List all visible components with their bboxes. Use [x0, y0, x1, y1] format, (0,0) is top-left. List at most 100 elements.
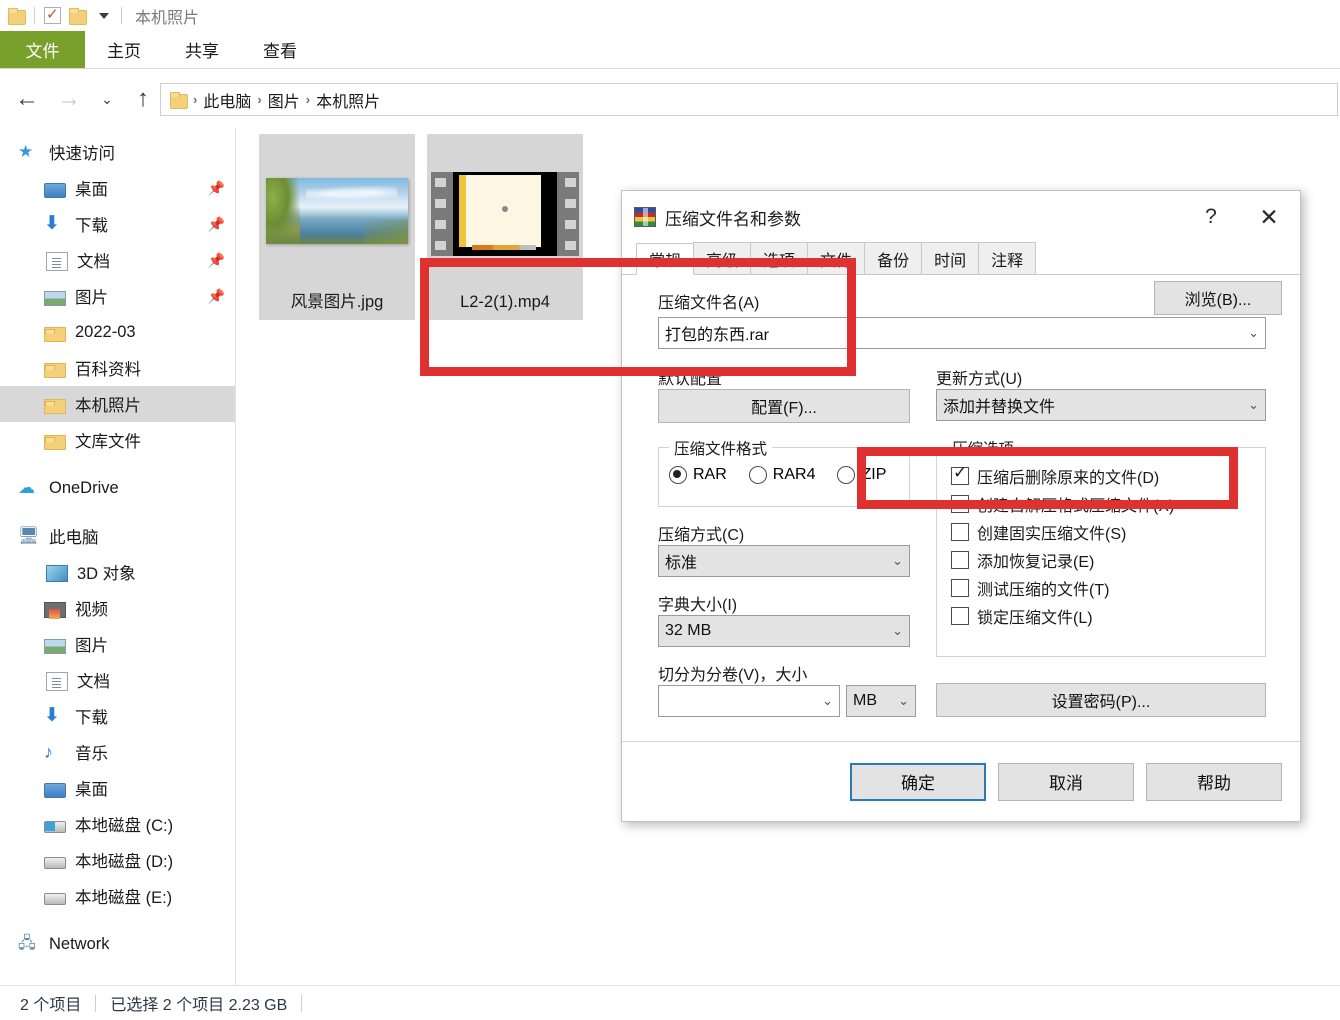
compression-option-row-2[interactable]: 创建固实压缩文件(S) [951, 520, 1265, 544]
chevron-down-icon[interactable]: ⌄ [1242, 325, 1259, 341]
new-folder-icon[interactable] [69, 8, 87, 25]
breadcrumb-current-folder[interactable]: 本机照片 [316, 88, 380, 112]
pin-icon[interactable]: 📌 [208, 252, 225, 269]
sidebar-item-21[interactable]: 🖧 Network [0, 926, 235, 962]
breadcrumb-pictures[interactable]: 图片 [268, 88, 300, 112]
pin-icon[interactable]: 📌 [208, 216, 225, 233]
sidebar-item-10[interactable]: 🖥 此电脑 [0, 518, 235, 554]
chevron-down-icon[interactable]: ⌄ [1242, 397, 1259, 413]
dialog-tab-2[interactable]: 选项 [750, 242, 809, 274]
checkbox-option-1[interactable] [951, 495, 969, 513]
checkbox-option-0[interactable] [951, 462, 969, 485]
sidebar-item-2[interactable]: ⬇ 下载 📌 [0, 206, 235, 242]
update-mode-select[interactable]: 添加并替换文件 ⌄ [936, 389, 1266, 421]
pin-icon[interactable]: 📌 [208, 180, 225, 197]
folder-icon [44, 434, 66, 450]
radio-rar4[interactable] [748, 466, 767, 484]
radio-zip[interactable] [837, 466, 856, 484]
sidebar-item-label: 桌面 [75, 181, 108, 199]
up-arrow-icon[interactable]: ↑ [126, 82, 160, 116]
recent-locations-caret-icon[interactable]: ⌄ [90, 82, 124, 116]
compression-option-row-3[interactable]: 添加恢复记录(E) [951, 548, 1265, 572]
sidebar-item-19[interactable]: 本地磁盘 (D:) [0, 842, 235, 878]
sidebar-item-1[interactable]: 桌面 📌 [0, 170, 235, 206]
chevron-down-icon[interactable]: ⌄ [816, 693, 833, 709]
split-unit-value: MB [853, 692, 877, 709]
checkbox-option-2[interactable] [951, 523, 969, 541]
sidebar-item-13[interactable]: 图片 [0, 626, 235, 662]
close-icon[interactable]: ✕ [1238, 204, 1300, 231]
dialog-tab-3[interactable]: 文件 [807, 242, 866, 274]
chevron-down-icon[interactable]: ⌄ [886, 623, 903, 639]
file-item-image[interactable]: 风景图片.jpg [259, 134, 415, 320]
tab-file[interactable]: 文件 [0, 31, 85, 68]
sidebar-item-17[interactable]: 桌面 [0, 770, 235, 806]
winrar-archive-dialog[interactable]: 压缩文件名和参数 ? ✕ 常规 高级 选项 文件 备份 时间 注释 压缩文件名(A) 浏览(… [621, 190, 1301, 822]
properties-checkbox-icon[interactable] [44, 5, 61, 24]
sidebar-item-5[interactable]: 2022-03 [0, 314, 235, 350]
sidebar-item-20[interactable]: 本地磁盘 (E:) [0, 878, 235, 914]
sidebar-item-9[interactable]: ☁ OneDrive [0, 470, 235, 506]
help-button[interactable]: 帮助 [1146, 762, 1282, 801]
pin-icon[interactable]: 📌 [208, 288, 225, 305]
sidebar-item-11[interactable]: 3D 对象 [0, 554, 235, 590]
cancel-button[interactable]: 取消 [998, 762, 1134, 801]
split-unit-select[interactable]: MB ⌄ [846, 685, 916, 717]
chevron-down-icon[interactable]: ⌄ [892, 693, 909, 709]
split-volumes-input[interactable]: ⌄ [658, 685, 840, 717]
archive-name-input[interactable]: 打包的东西.rar ⌄ [658, 317, 1266, 349]
folder-icon[interactable] [8, 8, 26, 25]
chevron-down-icon[interactable]: ⌄ [886, 553, 903, 569]
help-titlebar-button[interactable]: ? [1184, 205, 1238, 229]
sidebar-item-8[interactable]: 文库文件 [0, 422, 235, 458]
profiles-button[interactable]: 配置(F)... [658, 389, 910, 423]
compression-option-row-5[interactable]: 锁定压缩文件(L) [951, 604, 1265, 628]
tab-home[interactable]: 主页 [85, 31, 163, 68]
customize-caret-icon[interactable] [99, 12, 109, 19]
tab-share[interactable]: 共享 [163, 31, 241, 68]
tab-view[interactable]: 查看 [241, 31, 319, 68]
sidebar-item-16[interactable]: ♪ 音乐 [0, 734, 235, 770]
file-item-video[interactable]: L2-2(1).mp4 [427, 134, 583, 320]
radio-rar4-label: RAR4 [772, 466, 816, 483]
dialog-tab-4[interactable]: 备份 [864, 242, 923, 274]
sidebar-item-12[interactable]: 视频 [0, 590, 235, 626]
sidebar-item-18[interactable]: 本地磁盘 (C:) [0, 806, 235, 842]
navigation-pane[interactable]: ★ 快速访问 桌面 📌 ⬇ 下载 📌 文档 📌 图片 📌 2022-03 百科资料 本机照片 文库文件 ☁ On… [0, 128, 236, 985]
sidebar-item-6[interactable]: 百科资料 [0, 350, 235, 386]
title-divider [121, 7, 122, 24]
sidebar-item-3[interactable]: 文档 📌 [0, 242, 235, 278]
dialog-tab-0[interactable]: 常规 [636, 243, 695, 275]
dialog-tab-5[interactable]: 时间 [921, 242, 980, 274]
compression-method-select[interactable]: 标准 ⌄ [658, 545, 910, 577]
radio-rar[interactable] [669, 466, 687, 484]
dictionary-size-select[interactable]: 32 MB ⌄ [658, 615, 910, 647]
thumbnail-wrap [259, 134, 415, 288]
system-drive-icon [44, 821, 66, 833]
sidebar-item-label: 本地磁盘 (E:) [75, 889, 173, 907]
dialog-tab-6[interactable]: 注释 [978, 242, 1037, 274]
compression-option-row-0[interactable]: 压缩后删除原来的文件(D) [951, 462, 1265, 488]
checkbox-option-4[interactable] [951, 579, 969, 597]
address-bar[interactable]: › 此电脑 › 图片 › 本机照片 [160, 83, 1338, 116]
checkbox-option-3[interactable] [951, 551, 969, 569]
file-name-label: L2-2(1).mp4 [460, 293, 550, 311]
sidebar-item-15[interactable]: ⬇ 下载 [0, 698, 235, 734]
breadcrumb-this-pc[interactable]: 此电脑 [203, 88, 251, 112]
breadcrumb-separator: › [193, 92, 198, 107]
sidebar-item-4[interactable]: 图片 📌 [0, 278, 235, 314]
sidebar-item-label: 图片 [75, 637, 108, 655]
dialog-tab-1[interactable]: 高级 [693, 242, 752, 274]
compression-option-row-1[interactable]: 创建自解压格式压缩文件(X) [951, 492, 1265, 516]
compression-option-row-4[interactable]: 测试压缩的文件(T) [951, 576, 1265, 600]
back-arrow-icon[interactable]: ← [10, 82, 44, 116]
set-password-button[interactable]: 设置密码(P)... [936, 683, 1266, 717]
compression-options-group-title: 压缩选项 [947, 437, 1020, 459]
forward-arrow-icon[interactable]: → [52, 82, 86, 116]
sidebar-item-7[interactable]: 本机照片 [0, 386, 235, 422]
browse-button[interactable]: 浏览(B)... [1154, 281, 1282, 315]
ok-button[interactable]: 确定 [850, 762, 986, 801]
sidebar-item-14[interactable]: 文档 [0, 662, 235, 698]
sidebar-item-0[interactable]: ★ 快速访问 [0, 134, 235, 170]
checkbox-option-5[interactable] [951, 607, 969, 625]
